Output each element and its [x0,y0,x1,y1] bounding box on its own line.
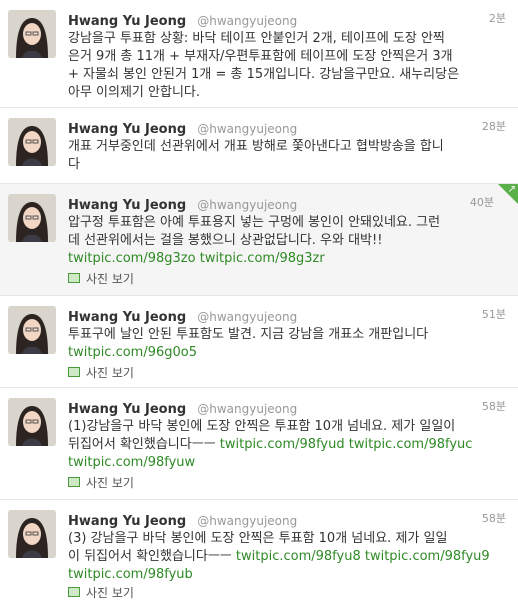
view-photo-button[interactable]: 사진 보기 [68,584,134,601]
tweet-text-line: 뒤집어서 확인했습니다ㅡㅡ [68,437,216,452]
twitpic-link[interactable]: twitpic.com/98fyuw [68,455,195,470]
author-name[interactable]: Hwang Yu Jeong [68,402,186,417]
tweet-text-line: 개표 거부중인데 선관위에서 개표 방해로 쫓아낸다고 협박방송을 합니 [68,139,444,154]
photo-icon [68,367,80,377]
tweet-text-line: 강남을구 투표함 상황: 바닥 테이프 안붙인거 2개, 테이프에 도장 안찍 [68,31,445,46]
tweet-text: 강남을구 투표함 상황: 바닥 테이프 안붙인거 2개, 테이프에 도장 안찍 … [68,30,504,102]
view-photo-label: 사진 보기 [86,476,134,490]
photo-icon [68,587,80,597]
author-handle[interactable]: @hwangyujeong [197,310,297,324]
tweet-item[interactable]: ↗ Hwang Yu Jeong @hwangyujeong 40분 압구정 투… [0,184,518,296]
tweet-text-line: 이 뒤집어서 확인했습니다ㅡㅡ [68,549,232,564]
tweet-text-line: 다 [68,157,80,172]
twitpic-link[interactable]: twitpic.com/98fyud [220,437,345,452]
tweet-item[interactable]: Hwang Yu Jeong @hwangyujeong 2분 강남을구 투표함… [0,0,518,108]
author-name[interactable]: Hwang Yu Jeong [68,310,186,325]
avatar[interactable] [8,306,56,354]
tweet-timeline: Hwang Yu Jeong @hwangyujeong 2분 강남을구 투표함… [0,0,518,608]
twitpic-link[interactable]: twitpic.com/98fyub [68,567,193,582]
tweet-text-line: 압구정 투표함은 아예 투표용지 넣는 구멍에 봉인이 안돼있네요. 그런 [68,215,441,230]
author-handle[interactable]: @hwangyujeong [197,14,297,28]
tweet-item[interactable]: Hwang Yu Jeong @hwangyujeong 51분 투표구에 날인… [0,296,518,388]
twitpic-link[interactable]: twitpic.com/96g0o5 [68,345,197,360]
author-name[interactable]: Hwang Yu Jeong [68,514,186,529]
author-name[interactable]: Hwang Yu Jeong [68,14,186,29]
tweet-text-line: 아무 이의제기 안합니다. [68,85,200,100]
tweet-item[interactable]: Hwang Yu Jeong @hwangyujeong 58분 (3) 강남을… [0,500,518,608]
tweet-time[interactable]: 51분 [482,306,506,322]
avatar[interactable] [8,510,56,558]
photo-icon [68,477,80,487]
tweet-time[interactable]: 58분 [482,510,506,526]
tweet-item[interactable]: Hwang Yu Jeong @hwangyujeong 28분 개표 거부중인… [0,108,518,184]
twitpic-link[interactable]: twitpic.com/98fyu9 [365,549,490,564]
tweet-text-line: + 자물쇠 봉인 안된거 1개 = 총 15개입니다. 강남을구만요. 새누리당… [68,67,460,82]
tweet-text: 개표 거부중인데 선관위에서 개표 방해로 쫓아낸다고 협박방송을 합니 다 [68,138,504,174]
tweet-text-line: (1)강남을구 바닥 봉인에 도장 안찍은 투표함 10개 넘네요. 제가 일일… [68,419,456,434]
tweet-text: 투표구에 날인 안된 투표함도 발견. 지금 강남을 개표소 개판입니다 twi… [68,326,504,362]
tweet-time[interactable]: 2분 [489,10,506,26]
view-photo-button[interactable]: 사진 보기 [68,474,134,491]
tweet-text-line: 은거 9개 총 11개 + 부재자/우편투표함에 테이프에 도장 안찍은거 3개 [68,49,453,64]
avatar[interactable] [8,118,56,166]
tweet-text: (1)강남을구 바닥 봉인에 도장 안찍은 투표함 10개 넘네요. 제가 일일… [68,418,504,472]
tweet-text-line: 투표구에 날인 안된 투표함도 발견. 지금 강남을 개표소 개판입니다 [68,327,429,342]
tweet-text-line: (3) 강남을구 바닥 봉인에 도장 안찍은 투표함 10개 넘네요. 제가 일… [68,531,448,546]
author-handle[interactable]: @hwangyujeong [197,402,297,416]
view-photo-button[interactable]: 사진 보기 [68,270,134,287]
view-photo-button[interactable]: 사진 보기 [68,364,134,381]
view-photo-label: 사진 보기 [86,586,134,600]
tweet-text: (3) 강남을구 바닥 봉인에 도장 안찍은 투표함 10개 넘네요. 제가 일… [68,530,504,584]
photo-icon [68,273,80,283]
retweet-arrow-icon: ↗ [507,184,516,195]
view-photo-label: 사진 보기 [86,366,134,380]
author-name[interactable]: Hwang Yu Jeong [68,122,186,137]
tweet-time[interactable]: 40분 [470,194,494,210]
tweet-item[interactable]: Hwang Yu Jeong @hwangyujeong 58분 (1)강남을구… [0,388,518,500]
tweet-text: 압구정 투표함은 아예 투표용지 넣는 구멍에 봉인이 안돼있네요. 그런 데 … [68,214,504,268]
author-name[interactable]: Hwang Yu Jeong [68,198,186,213]
author-handle[interactable]: @hwangyujeong [197,198,297,212]
twitpic-link[interactable]: twitpic.com/98g3zr [200,251,325,266]
author-handle[interactable]: @hwangyujeong [197,514,297,528]
avatar[interactable] [8,10,56,58]
tweet-time[interactable]: 28분 [482,118,506,134]
view-photo-label: 사진 보기 [86,272,134,286]
twitpic-link[interactable]: twitpic.com/98fyu8 [236,549,361,564]
tweet-time[interactable]: 58분 [482,398,506,414]
author-handle[interactable]: @hwangyujeong [197,122,297,136]
twitpic-link[interactable]: twitpic.com/98fyuc [349,437,473,452]
avatar[interactable] [8,194,56,242]
avatar[interactable] [8,398,56,446]
tweet-text-line: 데 선관위에서는 걸을 봉했으니 상관없답니다. 우와 대박!! [68,233,383,248]
twitpic-link[interactable]: twitpic.com/98g3zo [68,251,196,266]
